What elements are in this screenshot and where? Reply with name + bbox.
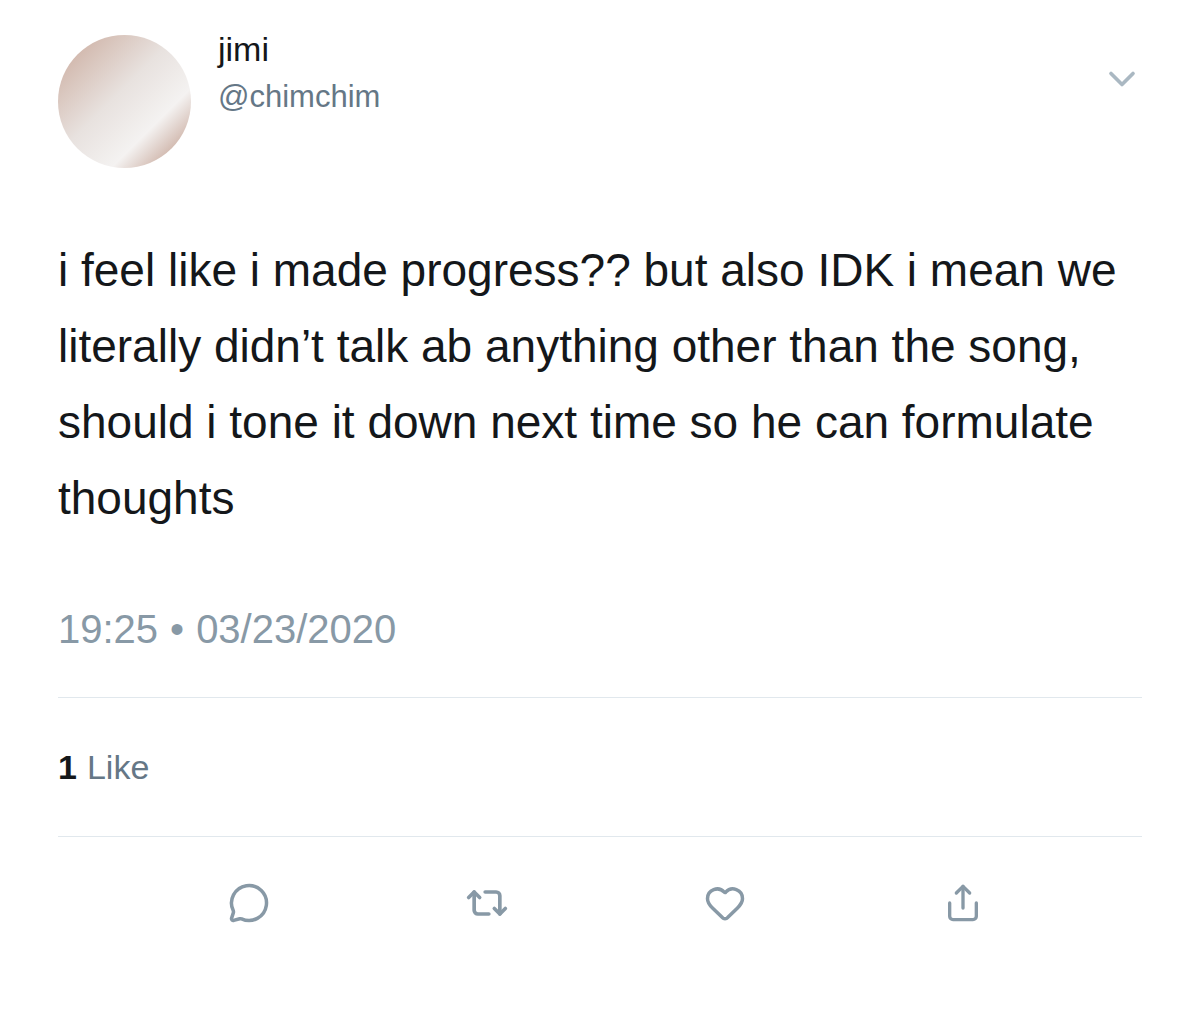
timestamp-separator: • [170,604,184,654]
user-handle[interactable]: @chimchim [218,75,380,119]
avatar[interactable] [58,35,191,168]
tweet-text: i feel like i made progress?? but also I… [58,232,1142,536]
heart-icon[interactable] [704,882,746,924]
reply-button[interactable] [219,873,279,933]
tweet-page: jimi@chimchim i feel like i made progress… [0,0,1200,1031]
divider [58,836,1142,837]
tweet-date: 03/23/2020 [196,604,396,654]
share-button[interactable] [933,873,993,933]
user-name[interactable]: jimi [218,27,380,71]
likes-label: Like [87,748,149,787]
likes-count: 1 [58,748,77,787]
likes-stat[interactable]: 1 Like [58,698,1142,836]
more-button[interactable] [1100,57,1144,101]
like-button[interactable] [695,873,755,933]
user-info: jimi@chimchim [218,27,380,119]
timestamp[interactable]: 19:25•03/23/2020 [58,604,1142,654]
retweet-button[interactable] [457,873,517,933]
action-bar [58,837,1142,933]
divider [58,697,1142,698]
retweet-icon[interactable] [465,881,509,925]
tweet-time: 19:25 [58,604,158,654]
share-icon[interactable] [943,883,983,923]
reply-icon[interactable] [228,882,270,924]
tweet-header: jimi@chimchim [58,0,1142,168]
chevron-down-icon[interactable] [1100,57,1144,101]
